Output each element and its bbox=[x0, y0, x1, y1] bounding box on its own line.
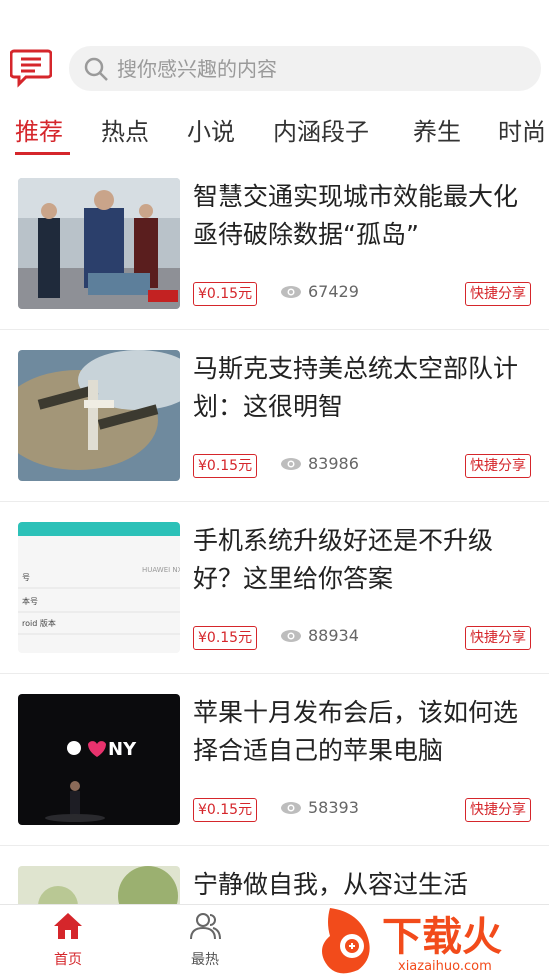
quick-share-button[interactable]: 快捷分享 bbox=[465, 798, 531, 822]
view-count-value: 83986 bbox=[308, 454, 359, 473]
watermark-text: 下载火 bbox=[382, 914, 502, 960]
watermark-url: xiazaihuo.com bbox=[398, 959, 492, 974]
tab-health[interactable]: 养生 bbox=[413, 112, 461, 147]
view-count-value: 67429 bbox=[308, 282, 359, 301]
view-count-value: 58393 bbox=[308, 798, 359, 817]
tab-hot[interactable]: 热点 bbox=[101, 112, 149, 147]
header bbox=[0, 0, 549, 100]
category-tabs: 推荐 热点 小说 内涵段子 养生 时尚 bbox=[0, 104, 549, 158]
list-item[interactable]: NY 苹果十月发布会后，该如何选择合适自己的苹果电脑 ¥0.15元 58393 … bbox=[0, 674, 549, 846]
thumb-text: HUAWEI NXT- bbox=[142, 566, 180, 574]
reward-badge: ¥0.15元 bbox=[193, 798, 258, 822]
thumb-text: roid 版本 bbox=[22, 618, 56, 628]
view-count: 67429 bbox=[280, 282, 359, 301]
quick-share-button[interactable]: 快捷分享 bbox=[465, 626, 531, 650]
view-count: 88934 bbox=[280, 626, 359, 645]
list-item[interactable]: 马斯克支持美总统太空部队计划：这很明智 ¥0.15元 83986 快捷分享 bbox=[0, 330, 549, 502]
quick-share-button[interactable]: 快捷分享 bbox=[465, 282, 531, 306]
article-title[interactable]: 智慧交通实现城市效能最大化 亟待破除数据“孤岛” bbox=[193, 178, 535, 254]
home-icon bbox=[54, 913, 82, 939]
tab-recommend[interactable]: 推荐 bbox=[15, 112, 63, 147]
article-title[interactable]: 宁静做自我，从容过生活 bbox=[193, 866, 535, 904]
eye-icon bbox=[281, 285, 301, 298]
thumb-text: NY bbox=[108, 739, 137, 760]
article-title[interactable]: 苹果十月发布会后，该如何选择合适自己的苹果电脑 bbox=[193, 694, 535, 770]
search-icon bbox=[84, 57, 108, 81]
tab-fashion[interactable]: 时尚 bbox=[498, 112, 546, 147]
view-count: 83986 bbox=[280, 454, 359, 473]
eye-icon bbox=[281, 629, 301, 642]
article-thumbnail: NY bbox=[18, 694, 180, 825]
article-title[interactable]: 手机系统升级好还是不升级好？这里给你答案 bbox=[193, 522, 535, 598]
search-bar[interactable] bbox=[69, 46, 541, 91]
article-thumbnail bbox=[18, 350, 180, 481]
tab-novel[interactable]: 小说 bbox=[187, 112, 235, 147]
quick-share-button[interactable]: 快捷分享 bbox=[465, 454, 531, 478]
search-input[interactable] bbox=[117, 56, 517, 81]
reward-badge: ¥0.15元 bbox=[193, 282, 258, 306]
users-icon bbox=[190, 913, 221, 940]
eye-icon bbox=[281, 457, 301, 470]
thumb-text: 号 bbox=[22, 573, 30, 582]
nav-hottest-label: 最热 bbox=[191, 952, 219, 968]
view-count-value: 88934 bbox=[308, 626, 359, 645]
reward-badge: ¥0.15元 bbox=[193, 626, 258, 650]
article-thumbnail: HUAWEI NXT- 号 本号 roid 版本 bbox=[18, 522, 180, 653]
nav-home[interactable]: 首页 bbox=[28, 911, 108, 969]
list-item[interactable]: 智慧交通实现城市效能最大化 亟待破除数据“孤岛” ¥0.15元 67429 快捷… bbox=[0, 158, 549, 330]
thumb-text: 本号 bbox=[22, 596, 38, 606]
nav-home-label: 首页 bbox=[54, 952, 82, 968]
article-thumbnail bbox=[18, 178, 180, 309]
view-count: 58393 bbox=[280, 798, 359, 817]
eye-icon bbox=[281, 801, 301, 814]
nav-hottest[interactable]: 最热 bbox=[165, 911, 245, 969]
article-title[interactable]: 马斯克支持美总统太空部队计划：这很明智 bbox=[193, 350, 535, 426]
active-tab-indicator bbox=[15, 152, 70, 155]
message-icon[interactable] bbox=[9, 46, 53, 88]
reward-badge: ¥0.15元 bbox=[193, 454, 258, 478]
tab-jokes[interactable]: 内涵段子 bbox=[273, 112, 369, 147]
list-item[interactable]: HUAWEI NXT- 号 本号 roid 版本 手机系统升级好还是不升级好？这… bbox=[0, 502, 549, 674]
watermark-logo: 下载火 xiazaihuo.com bbox=[322, 900, 544, 976]
